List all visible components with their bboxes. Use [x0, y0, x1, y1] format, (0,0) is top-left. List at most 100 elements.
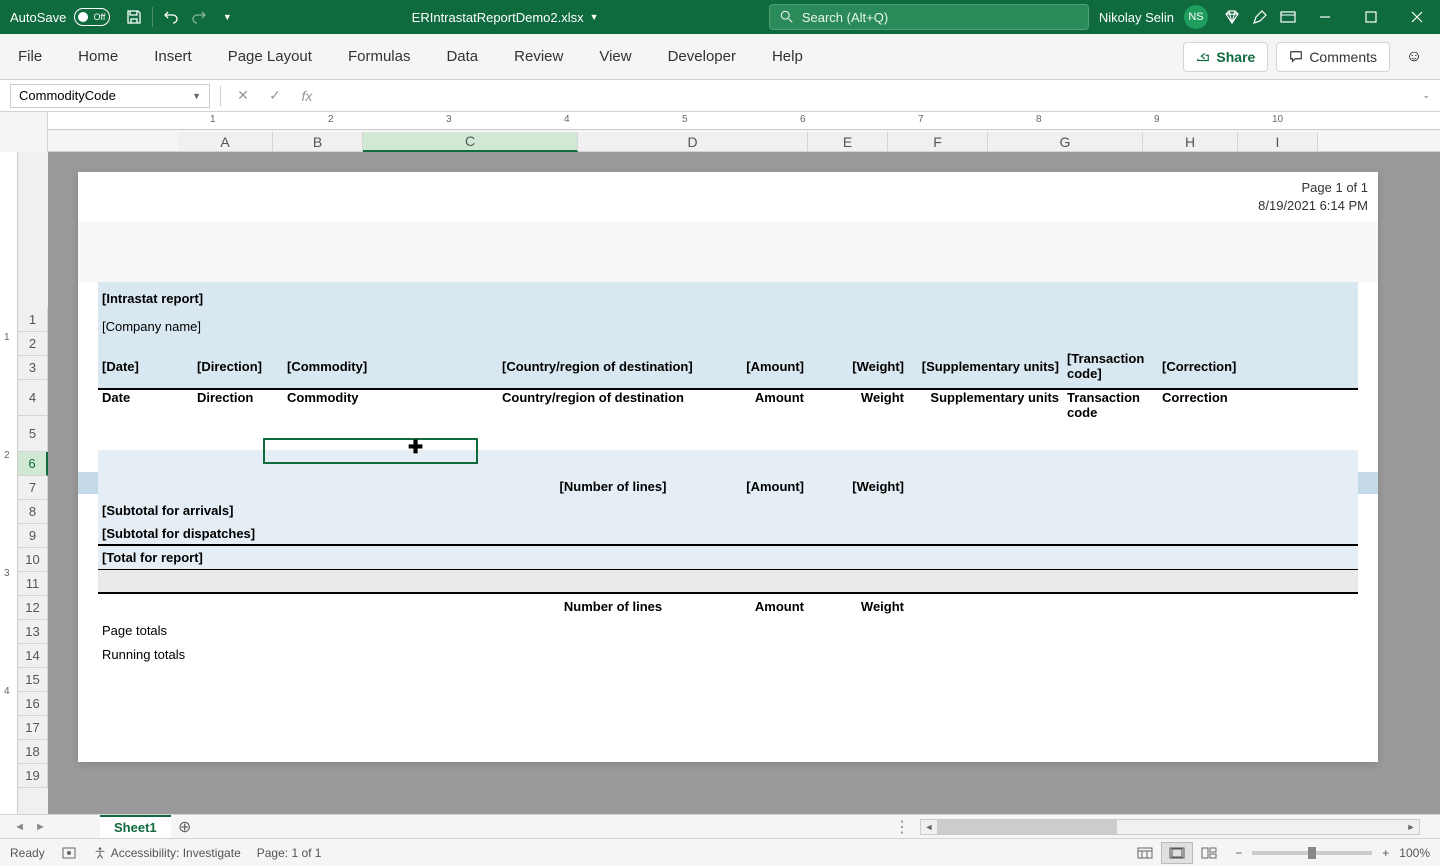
- filename-text[interactable]: ERIntrastatReportDemo2.xlsx: [412, 10, 584, 25]
- col-header-b[interactable]: B: [273, 132, 363, 152]
- minimize-button[interactable]: [1302, 0, 1348, 34]
- page-number: Page 1 of 1: [1302, 180, 1369, 195]
- macro-record-icon[interactable]: [61, 845, 77, 861]
- save-icon[interactable]: [120, 3, 148, 31]
- tab-home[interactable]: Home: [60, 34, 136, 79]
- close-button[interactable]: [1394, 0, 1440, 34]
- page-totals-row[interactable]: Page totals: [98, 618, 1358, 642]
- row-header-19[interactable]: 19: [18, 764, 48, 788]
- filename-dropdown-icon[interactable]: ▼: [590, 12, 599, 22]
- tab-formulas[interactable]: Formulas: [330, 34, 429, 79]
- running-totals-row[interactable]: Running totals: [98, 642, 1358, 666]
- diamond-icon[interactable]: [1218, 3, 1246, 31]
- row-header-9[interactable]: 9: [18, 524, 48, 548]
- column-headers-row[interactable]: Date Direction Commodity Country/region …: [98, 390, 1358, 426]
- subtotal-arrivals-row[interactable]: [Subtotal for arrivals]: [98, 498, 1358, 522]
- col-header-d[interactable]: D: [578, 132, 808, 152]
- row-header-11[interactable]: 11: [18, 572, 48, 596]
- template-headers-row[interactable]: [Date] [Direction] [Commodity] [Country/…: [98, 354, 1358, 378]
- page-break-view-icon[interactable]: [1193, 842, 1225, 864]
- col-header-a[interactable]: A: [178, 132, 273, 152]
- sheet-tab-active[interactable]: Sheet1: [100, 815, 171, 839]
- zoom-thumb[interactable]: [1308, 847, 1316, 859]
- add-sheet-button[interactable]: ⊕: [171, 813, 199, 841]
- ribbon-mode-icon[interactable]: [1274, 3, 1302, 31]
- row-header-17[interactable]: 17: [18, 716, 48, 740]
- search-box[interactable]: Search (Alt+Q): [769, 4, 1089, 30]
- tab-view[interactable]: View: [581, 34, 649, 79]
- pen-icon[interactable]: [1246, 3, 1274, 31]
- col-header-e[interactable]: E: [808, 132, 888, 152]
- tab-developer[interactable]: Developer: [650, 34, 754, 79]
- col-header-h[interactable]: H: [1143, 132, 1238, 152]
- tab-data[interactable]: Data: [428, 34, 496, 79]
- scroll-right-icon[interactable]: ►: [1403, 820, 1419, 834]
- horizontal-scrollbar[interactable]: ◄ ►: [920, 819, 1420, 835]
- scroll-thumb[interactable]: [937, 820, 1117, 834]
- normal-view-icon[interactable]: [1129, 842, 1161, 864]
- prev-sheet-icon[interactable]: ◄: [14, 821, 25, 833]
- row-header-10[interactable]: 10: [18, 548, 48, 572]
- company-row[interactable]: [Company name]: [98, 314, 1358, 338]
- row-header-1[interactable]: 1: [18, 308, 48, 332]
- row-header-16[interactable]: 16: [18, 692, 48, 716]
- comment-icon: [1289, 50, 1303, 64]
- name-box[interactable]: CommodityCode ▼: [10, 84, 210, 108]
- footer-headers-row[interactable]: Number of lines Amount Weight: [98, 594, 1358, 618]
- row-header-13[interactable]: 13: [18, 620, 48, 644]
- next-sheet-icon[interactable]: ►: [35, 821, 46, 833]
- cancel-formula-icon[interactable]: ✕: [231, 84, 255, 108]
- user-section[interactable]: Nikolay Selin NS: [1089, 5, 1218, 29]
- undo-icon[interactable]: [157, 3, 185, 31]
- sheet-view[interactable]: Page 1 of 1 8/19/2021 6:14 PM [Intrastat…: [48, 152, 1440, 814]
- zoom-in-button[interactable]: +: [1382, 846, 1389, 860]
- row-header-4[interactable]: 4: [18, 380, 48, 416]
- toggle-switch[interactable]: Off: [74, 8, 110, 26]
- row-header-3[interactable]: 3: [18, 356, 48, 380]
- tab-help[interactable]: Help: [754, 34, 821, 79]
- col-header-g[interactable]: G: [988, 132, 1143, 152]
- row-header-7[interactable]: 7: [18, 476, 48, 500]
- scroll-left-icon[interactable]: ◄: [921, 820, 937, 834]
- report-title-row[interactable]: [Intrastat report]: [98, 282, 1358, 314]
- feedback-icon[interactable]: ☺: [1398, 41, 1430, 73]
- confirm-formula-icon[interactable]: ✓: [263, 84, 287, 108]
- row-header-8[interactable]: 8: [18, 500, 48, 524]
- row-header-2[interactable]: 2: [18, 332, 48, 356]
- row-header-15[interactable]: 15: [18, 668, 48, 692]
- user-avatar[interactable]: NS: [1184, 5, 1208, 29]
- formula-expand-icon[interactable]: ⌄: [1422, 90, 1430, 101]
- select-all-corner[interactable]: [0, 112, 48, 152]
- tab-nav[interactable]: ◄ ►: [0, 821, 60, 833]
- split-handle-icon[interactable]: ⋮: [894, 817, 910, 837]
- file-tab[interactable]: File: [0, 34, 60, 79]
- maximize-button[interactable]: [1348, 0, 1394, 34]
- comments-button[interactable]: Comments: [1276, 42, 1390, 72]
- col-header-f[interactable]: F: [888, 132, 988, 152]
- formula-input[interactable]: ⌄: [327, 84, 1430, 108]
- share-button[interactable]: Share: [1183, 42, 1268, 72]
- row-header-12[interactable]: 12: [18, 596, 48, 620]
- zoom-slider[interactable]: [1252, 851, 1372, 855]
- name-box-dropdown-icon[interactable]: ▼: [192, 91, 201, 101]
- row-header-18[interactable]: 18: [18, 740, 48, 764]
- zoom-level[interactable]: 100%: [1399, 846, 1430, 860]
- row-header-6[interactable]: 6: [18, 452, 48, 476]
- autosave-toggle[interactable]: AutoSave Off: [0, 8, 120, 26]
- tab-page-layout[interactable]: Page Layout: [210, 34, 330, 79]
- fx-icon[interactable]: fx: [295, 84, 319, 108]
- row-header-14[interactable]: 14: [18, 644, 48, 668]
- row-header-5[interactable]: 5: [18, 416, 48, 452]
- total-row[interactable]: [Total for report]: [98, 546, 1358, 570]
- page-layout-view-icon[interactable]: [1161, 842, 1193, 864]
- accessibility-status[interactable]: Accessibility: Investigate: [93, 846, 241, 860]
- redo-icon[interactable]: [185, 3, 213, 31]
- col-header-c[interactable]: C: [363, 132, 578, 152]
- zoom-out-button[interactable]: −: [1235, 846, 1242, 860]
- tab-insert[interactable]: Insert: [136, 34, 210, 79]
- summary-headers-row[interactable]: [Number of lines] [Amount] [Weight]: [98, 474, 1358, 498]
- qat-dropdown-icon[interactable]: ▼: [213, 3, 241, 31]
- tab-review[interactable]: Review: [496, 34, 581, 79]
- subtotal-dispatches-row[interactable]: [Subtotal for dispatches]: [98, 522, 1358, 546]
- col-header-i[interactable]: I: [1238, 132, 1318, 152]
